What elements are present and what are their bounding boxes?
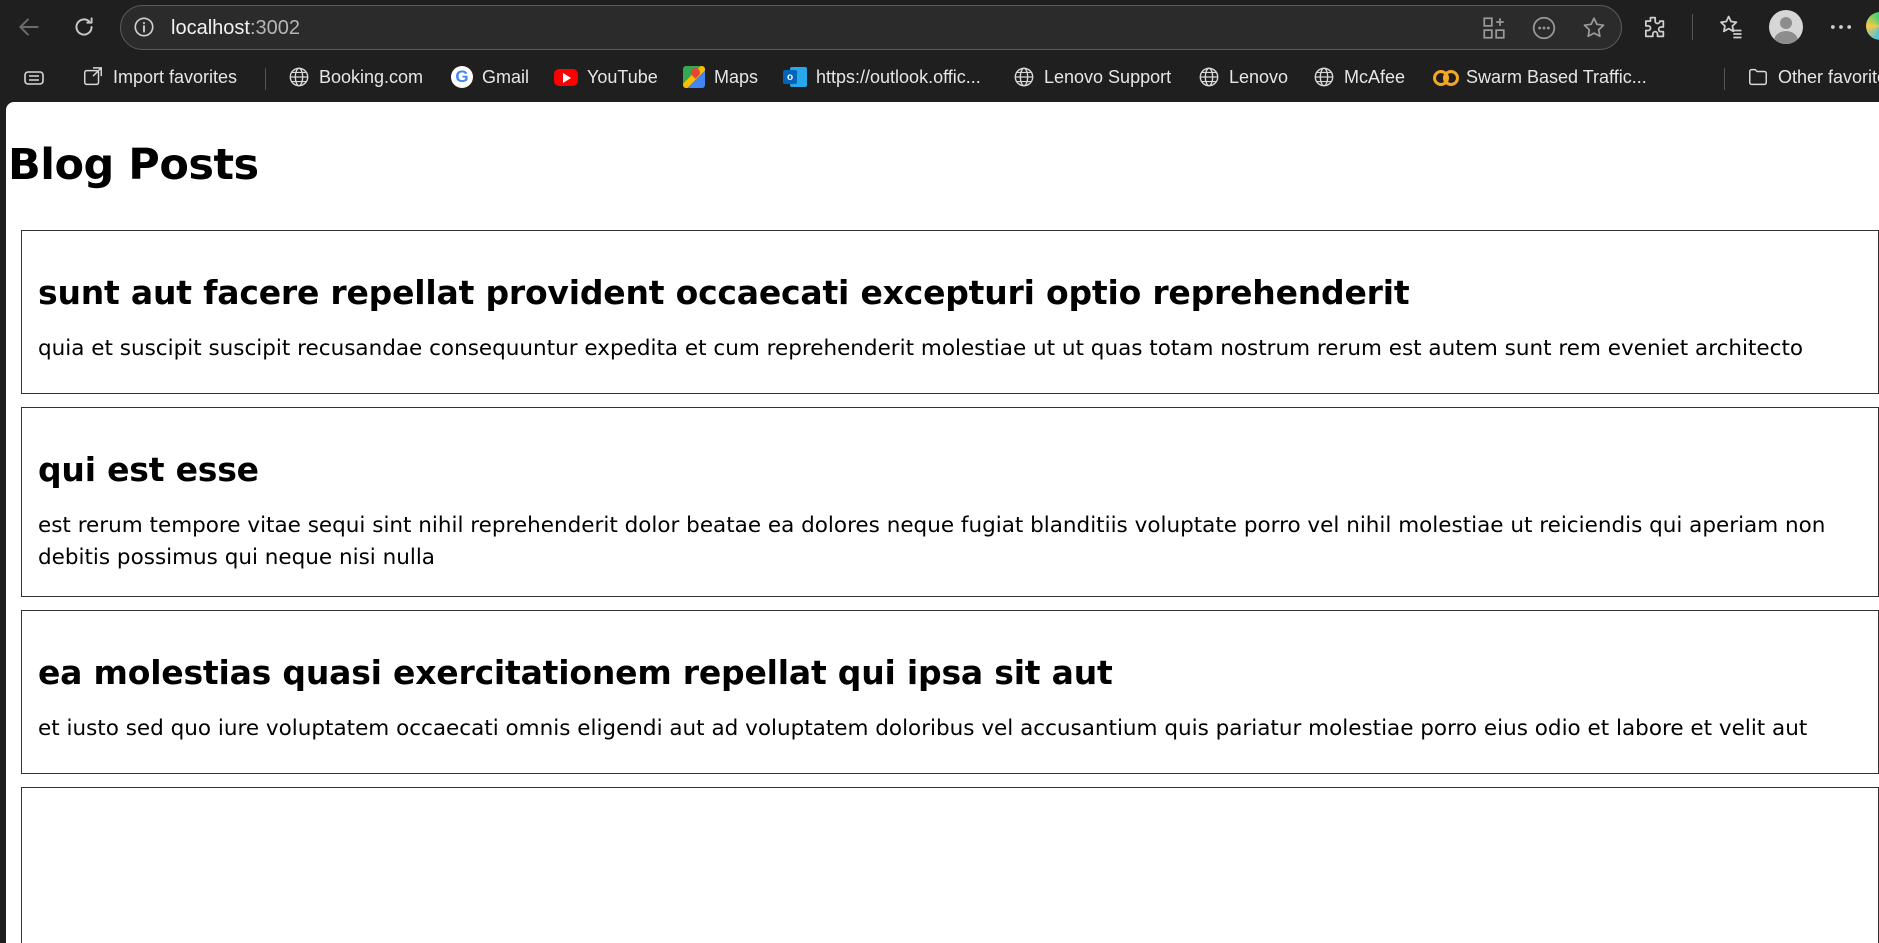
more-tools-icon[interactable] [1531,15,1557,41]
bookmark-label: Maps [714,66,759,87]
favorites-list-icon[interactable] [1717,13,1745,41]
post-body: est rerum tempore vitae sequi sint nihil… [38,513,1826,570]
import-icon [84,67,102,86]
post-title: sunt aut facere repellat provident occae… [38,273,1410,312]
google-icon: G [451,66,473,88]
globe-icon [289,67,309,87]
bookmarks-bar: Import favorites Booking.com G Gmail You… [0,54,1879,102]
post-card: sunt aut facere repellat provident occae… [21,230,1879,394]
url-port: :3002 [249,17,300,39]
bookmark-gmail[interactable]: G Gmail [451,63,529,91]
bookmark-other-favorites[interactable]: Other favorites [1747,63,1879,91]
extensions-icon[interactable] [1640,13,1668,41]
post-card [21,787,1879,943]
bookmark-label: Lenovo [1229,66,1289,87]
bookmark-label: https://outlook.offic... [816,66,981,87]
bookmark-label: Swarm Based Traffic... [1466,66,1647,87]
tab-actions-icon[interactable] [22,66,46,90]
reload-button[interactable] [64,7,104,47]
back-button[interactable] [9,7,49,47]
post-body: quia et suscipit suscipit recusandae con… [38,336,1804,361]
bookmark-label: YouTube [587,66,658,87]
bookmark-lenovo-support[interactable]: Lenovo Support [1013,63,1171,91]
bookmark-booking[interactable]: Booking.com [288,63,423,91]
bookmark-label: Lenovo Support [1044,66,1172,87]
profile-avatar[interactable] [1769,10,1803,44]
bookmark-label: McAfee [1344,66,1406,87]
folder-icon [1749,68,1767,86]
app-available-icon[interactable] [1481,15,1507,41]
post-title: qui est esse [38,450,259,489]
bookmark-mcafee[interactable]: McAfee [1313,63,1405,91]
bookmark-divider [1724,68,1725,90]
url-text[interactable]: localhost:3002 [171,17,300,40]
toolbar-divider [1692,14,1693,40]
outlook-icon: o [783,66,807,88]
reload-icon [75,17,93,36]
settings-more-icon[interactable] [1827,13,1855,41]
bookmark-outlook[interactable]: o https://outlook.offic... [783,63,981,91]
youtube-icon [554,68,578,86]
site-info-icon[interactable] [133,16,155,38]
bookmark-import-favorites[interactable]: Import favorites [82,63,237,91]
page-title: Blog Posts [8,140,259,190]
globe-icon [1014,67,1034,87]
favorite-star-icon[interactable] [1581,15,1607,41]
post-card: ea molestias quasi exercitationem repell… [21,610,1879,774]
bookmark-label: Booking.com [319,66,424,87]
url-host: localhost [171,17,250,39]
post-body: et iusto sed quo iure voluptatem occaeca… [38,716,1808,741]
maps-icon [683,66,705,88]
back-arrow-icon [19,18,39,36]
bookmark-maps[interactable]: Maps [683,63,758,91]
page-viewport: Blog Posts sunt aut facere repellat prov… [6,102,1879,943]
bookmark-swarm[interactable]: Swarm Based Traffic... [1433,63,1647,91]
bookmark-youtube[interactable]: YouTube [554,63,658,91]
post-card: qui est esse est rerum tempore vitae seq… [21,407,1879,597]
bookmark-lenovo[interactable]: Lenovo [1198,63,1288,91]
bookmark-label: Import favorites [113,66,238,87]
bookmark-label: Other favorites [1778,66,1879,87]
globe-icon [1314,67,1334,87]
post-title: ea molestias quasi exercitationem repell… [38,653,1113,692]
address-bar[interactable]: localhost:3002 [120,5,1622,50]
browser-toolbar: localhost:3002 [0,0,1879,54]
swarm-icon [1433,70,1459,86]
bookmark-divider [265,68,266,90]
bookmark-label: Gmail [482,66,530,87]
globe-icon [1199,67,1219,87]
copilot-icon[interactable] [1866,12,1879,40]
